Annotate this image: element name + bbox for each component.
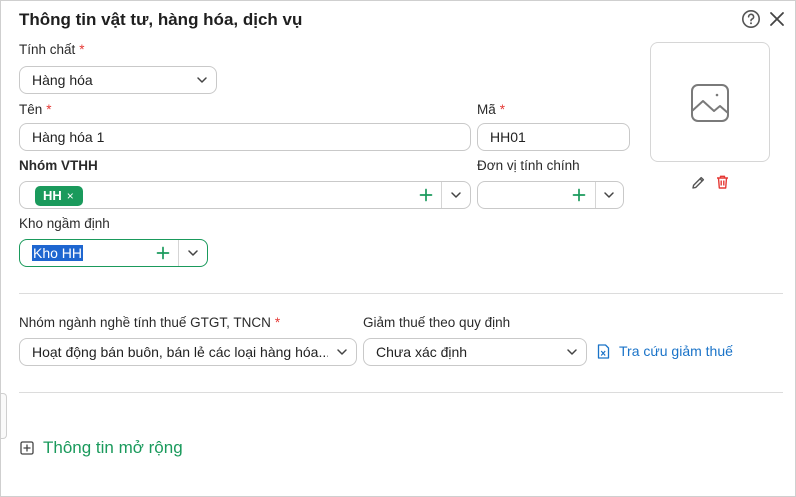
side-resize-handle[interactable] (1, 393, 7, 439)
nhom-nganh-select[interactable]: Hoạt động bán buôn, bán lẻ các loại hàng… (19, 338, 357, 366)
kho-value: Kho HH (32, 240, 84, 266)
ten-input[interactable]: Hàng hóa 1 (19, 123, 471, 151)
don-vi-tinh-select[interactable] (477, 181, 624, 209)
plus-square-icon[interactable] (20, 441, 34, 455)
chevron-down-icon[interactable] (602, 188, 616, 202)
tag-remove-icon[interactable]: × (67, 189, 74, 203)
ten-value: Hàng hóa 1 (32, 129, 105, 145)
required-mark: * (46, 102, 52, 117)
ten-label-text: Tên (19, 102, 43, 117)
nhom-vthh-select[interactable]: HH × (19, 181, 471, 209)
ma-label: Mã * (477, 102, 505, 117)
ten-label: Tên * (19, 102, 52, 117)
nhom-nganh-label-text: Nhóm ngành nghề tính thuế GTGT, TNCN (19, 315, 271, 330)
nhom-vthh-tag: HH × (35, 186, 83, 206)
section-divider (19, 392, 783, 393)
required-mark: * (274, 315, 281, 330)
chevron-down-icon[interactable] (186, 246, 200, 260)
dialog-title: Thông tin vật tư, hàng hóa, dịch vụ (19, 10, 303, 29)
chevron-down-icon (197, 77, 207, 83)
giam-thue-value: Chưa xác định (376, 344, 468, 360)
trash-icon[interactable] (715, 174, 730, 190)
chevron-down-icon (567, 349, 577, 355)
image-icon (691, 84, 729, 122)
kho-select[interactable]: Kho HH (19, 239, 208, 267)
required-mark: * (499, 102, 506, 117)
tag-label: HH (43, 188, 62, 203)
tinh-chat-value: Hàng hóa (32, 72, 93, 88)
question-circle-icon[interactable] (741, 9, 761, 29)
nhom-nganh-value: Hoạt động bán buôn, bán lẻ các loại hàng… (32, 344, 328, 360)
giam-thue-label: Giảm thuế theo quy định (363, 315, 511, 330)
plus-icon[interactable] (419, 188, 433, 202)
close-icon[interactable] (768, 10, 786, 28)
nhom-vthh-label: Nhóm VTHH (19, 158, 98, 173)
tra-cuu-giam-thue-link[interactable]: Tra cứu giảm thuế (619, 343, 733, 359)
chevron-down-icon[interactable] (449, 188, 463, 202)
divider (441, 182, 442, 208)
divider (178, 240, 179, 266)
kho-label: Kho ngầm định (19, 216, 110, 231)
plus-icon[interactable] (156, 246, 170, 260)
expand-section-toggle[interactable]: Thông tin mở rộng (43, 438, 183, 458)
tinh-chat-label-text: Tính chất (19, 42, 76, 57)
tinh-chat-label: Tính chất * (19, 42, 85, 57)
product-dialog: Thông tin vật tư, hàng hóa, dịch vụ Tính… (0, 0, 796, 497)
ma-value: HH01 (490, 129, 526, 145)
divider (595, 182, 596, 208)
section-divider (19, 293, 783, 294)
kho-value-selected-text: Kho HH (32, 245, 84, 261)
required-mark: * (79, 42, 85, 57)
product-image-box[interactable] (650, 42, 770, 162)
ma-label-text: Mã (477, 102, 496, 117)
giam-thue-select[interactable]: Chưa xác định (363, 338, 587, 366)
document-excel-icon[interactable] (597, 344, 610, 359)
don-vi-tinh-label: Đơn vị tính chính (477, 158, 580, 173)
nhom-nganh-label: Nhóm ngành nghề tính thuế GTGT, TNCN * (19, 315, 280, 330)
tinh-chat-select[interactable]: Hàng hóa (19, 66, 217, 94)
plus-icon[interactable] (572, 188, 586, 202)
pencil-icon[interactable] (691, 175, 706, 190)
ma-input[interactable]: HH01 (477, 123, 630, 151)
chevron-down-icon (337, 349, 347, 355)
